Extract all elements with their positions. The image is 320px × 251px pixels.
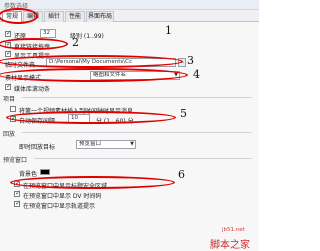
- preview-section-label: 预览窗口: [3, 157, 28, 164]
- dv-timecode-label: 在预览窗口中显示 DV 时间码: [23, 193, 102, 200]
- annotation-number-3: 3: [187, 54, 194, 67]
- annotation-oval-3: [0, 55, 183, 68]
- tab-strip: 常规 编辑 插针 性能 界面布局: [0, 10, 259, 22]
- track-hint-label: 在预览窗口中显示轨道提示: [23, 203, 96, 210]
- watermark-brand: 脚本之家: [210, 240, 250, 251]
- watermark-site: jb51.net: [222, 227, 245, 233]
- project-divider: [22, 97, 252, 98]
- background-color-label: 背景色: [19, 171, 38, 178]
- title-bar: 参数选择: [0, 0, 259, 10]
- annotation-number-4: 4: [193, 68, 200, 81]
- preview-divider: [34, 158, 252, 159]
- preferences-window: 参数选择 常规 编辑 插针 性能 界面布局 还原 32 级别 (1..99) 直…: [0, 0, 259, 251]
- playback-target-label: 即时回放目标: [19, 144, 56, 151]
- annotation-oval-5: [6, 111, 176, 124]
- tab-performance[interactable]: 性能: [65, 11, 85, 22]
- annotation-oval-4: [0, 68, 188, 82]
- playback-section-label: 回放: [3, 131, 16, 138]
- media-scroll-checkbox[interactable]: [5, 82, 12, 90]
- track-hint-checkbox[interactable]: [14, 199, 21, 207]
- tab-layout[interactable]: 界面布局: [86, 11, 114, 22]
- annotation-number-1: 1: [165, 24, 172, 37]
- annotation-number-5: 5: [180, 107, 187, 120]
- dv-timecode-checkbox[interactable]: [14, 189, 21, 197]
- annotation-oval-6: [10, 176, 175, 189]
- annotation-oval-tab: [0, 8, 38, 24]
- undo-levels-input[interactable]: 32: [40, 29, 56, 38]
- tab-capture[interactable]: 插针: [44, 11, 64, 22]
- annotation-oval-2: [0, 38, 68, 50]
- chevron-down-icon: ▼: [130, 141, 134, 147]
- annotation-number-2: 2: [72, 36, 79, 49]
- playback-target-value: 预览窗口: [79, 141, 102, 147]
- insert-message-checkbox[interactable]: [10, 106, 16, 112]
- background-color-swatch[interactable]: [40, 169, 50, 175]
- project-section-label: 项目: [3, 96, 16, 103]
- playback-target-select[interactable]: 预览窗口 ▼: [76, 140, 136, 149]
- media-scroll-label: 媒体库滚动条: [14, 86, 51, 93]
- undo-checkbox[interactable]: [5, 29, 12, 37]
- tooltip-checkbox[interactable]: [5, 49, 12, 57]
- playback-divider: [22, 132, 252, 133]
- annotation-number-6: 6: [178, 168, 185, 181]
